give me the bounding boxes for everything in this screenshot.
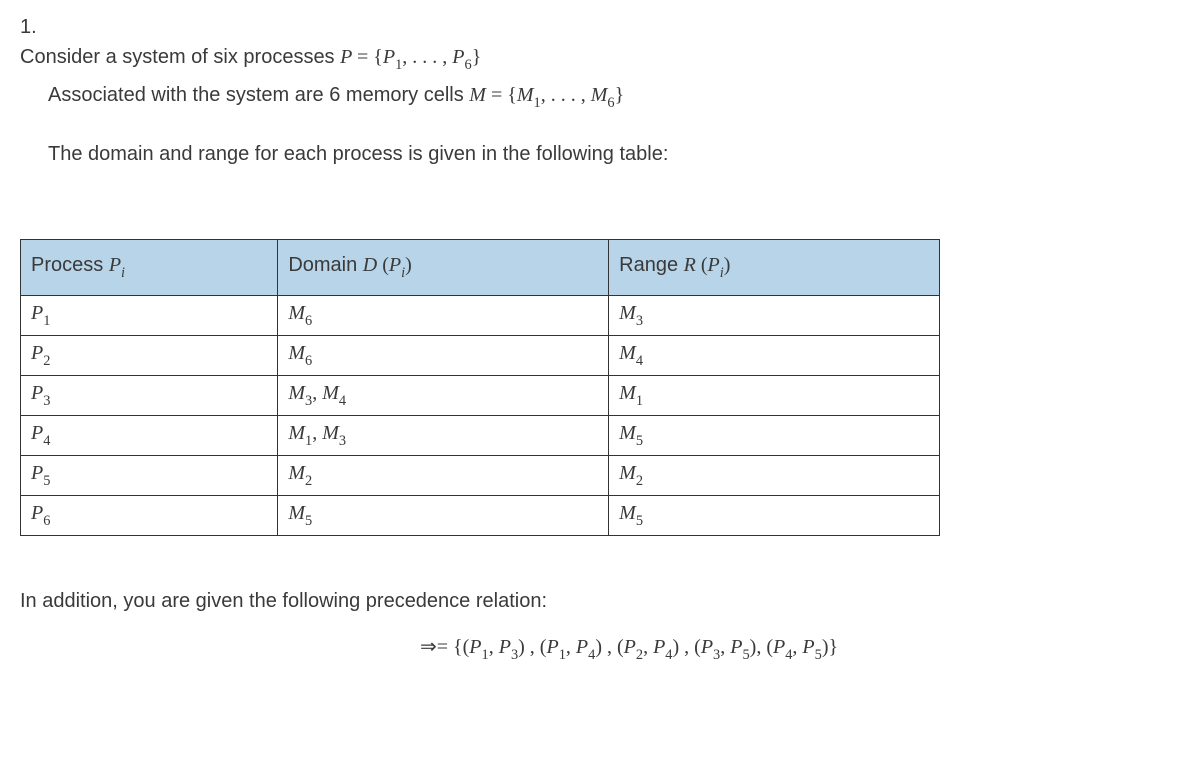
problem-line-1-text: Consider a system of six processes	[20, 46, 340, 68]
problem-line-2-math: M = {M1, . . . , M6}	[469, 84, 624, 106]
problem-block: 1. Consider a system of six processes P …	[20, 12, 1180, 169]
problem-line-2: Associated with the system are 6 memory …	[48, 80, 1180, 114]
problem-number: 1.	[20, 12, 48, 42]
cell-domain: M5	[278, 496, 609, 536]
precedence-relation: ⇒= {(P1, P3) , (P1, P4) , (P2, P4) , (P3…	[20, 634, 1180, 663]
table-row: P3 M3, M4 M1	[21, 376, 940, 416]
cell-process: P6	[21, 496, 278, 536]
problem-line-1: 1. Consider a system of six processes P …	[20, 12, 1180, 76]
cell-process: P2	[21, 336, 278, 376]
table-row: P1 M6 M3	[21, 296, 940, 336]
cell-process: P5	[21, 456, 278, 496]
problem-line-2-text: Associated with the system are 6 memory …	[48, 84, 469, 106]
cell-process: P1	[21, 296, 278, 336]
table-row: P2 M6 M4	[21, 336, 940, 376]
cell-range: M5	[609, 496, 940, 536]
footer-text: In addition, you are given the following…	[20, 586, 1180, 616]
header-process: Process Pi	[21, 240, 278, 296]
table-row: P4 M1, M3 M5	[21, 416, 940, 456]
process-table: Process Pi Domain D (Pi) Range R (Pi) P1…	[20, 239, 940, 536]
cell-process: P4	[21, 416, 278, 456]
cell-range: M2	[609, 456, 940, 496]
problem-line-1-math: P = {P1, . . . , P6}	[340, 46, 481, 68]
table-header-row: Process Pi Domain D (Pi) Range R (Pi)	[21, 240, 940, 296]
cell-domain: M6	[278, 296, 609, 336]
table-row: P5 M2 M2	[21, 456, 940, 496]
header-domain: Domain D (Pi)	[278, 240, 609, 296]
table-row: P6 M5 M5	[21, 496, 940, 536]
cell-domain: M6	[278, 336, 609, 376]
cell-range: M4	[609, 336, 940, 376]
cell-range: M1	[609, 376, 940, 416]
header-range: Range R (Pi)	[609, 240, 940, 296]
cell-range: M5	[609, 416, 940, 456]
problem-line-3: The domain and range for each process is…	[48, 139, 1180, 169]
cell-domain: M3, M4	[278, 376, 609, 416]
cell-process: P3	[21, 376, 278, 416]
cell-range: M3	[609, 296, 940, 336]
cell-domain: M1, M3	[278, 416, 609, 456]
cell-domain: M2	[278, 456, 609, 496]
